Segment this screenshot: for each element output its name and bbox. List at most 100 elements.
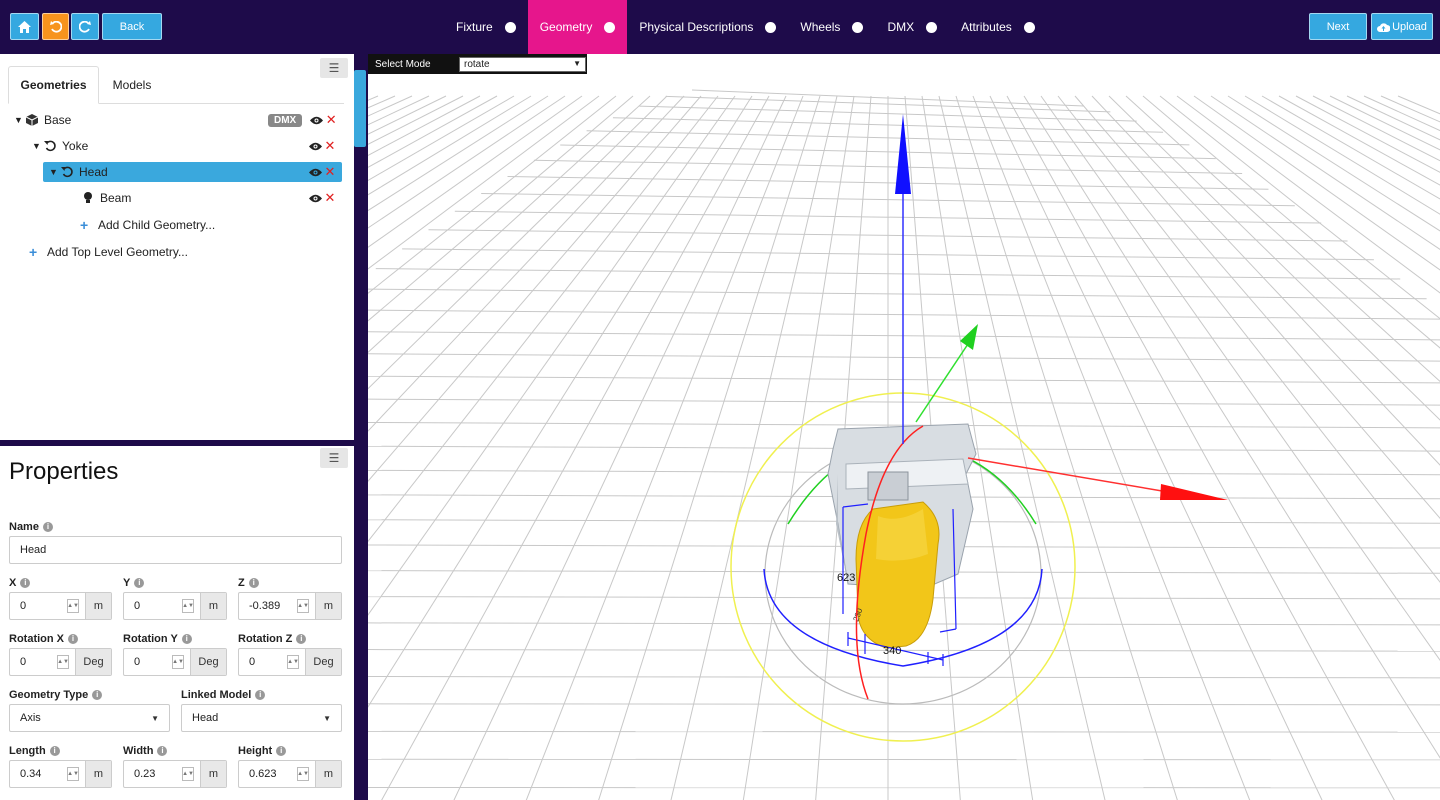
panel-menu-button[interactable]: ☰ xyxy=(320,448,348,468)
spinner-icon[interactable]: ▲▼ xyxy=(57,655,69,669)
tab-physical-descriptions-label: Physical Descriptions xyxy=(639,20,754,34)
redo-button[interactable] xyxy=(71,13,99,40)
tree-item-label: Yoke xyxy=(62,139,89,153)
add-top-level-geometry[interactable]: + Add Top Level Geometry... xyxy=(29,242,188,262)
caret-down-icon: ▼ xyxy=(573,58,581,68)
scene-canvas[interactable]: 623 340 230 xyxy=(368,54,1440,800)
info-icon[interactable]: i xyxy=(42,522,53,532)
tree-item-head[interactable]: ▼ Head xyxy=(49,162,108,182)
properties-title: Properties xyxy=(9,458,119,485)
tree-item-base[interactable]: ▼ Base xyxy=(14,110,71,130)
properties-panel: ☰ Properties Name i Head Xi 0 ▲▼ m Yi 0 ▲▼ m … xyxy=(0,446,354,800)
step-dot-icon xyxy=(1023,21,1035,33)
length-label: Length i xyxy=(9,745,60,757)
panel-resize-handle[interactable] xyxy=(354,70,366,147)
linked-model-select[interactable]: Head ▼ xyxy=(181,704,342,732)
height-field[interactable]: 0.623 ▲▼ m xyxy=(238,760,342,788)
select-mode-dropdown[interactable]: rotate ▼ xyxy=(459,56,586,72)
info-icon[interactable]: i xyxy=(49,746,60,756)
next-button[interactable]: Next xyxy=(1309,13,1367,40)
spinner-icon[interactable]: ▲▼ xyxy=(172,655,184,669)
home-button[interactable] xyxy=(10,13,39,40)
info-icon[interactable]: i xyxy=(92,690,103,700)
tab-geometry[interactable]: Geometry xyxy=(527,0,628,54)
undo-button[interactable] xyxy=(42,13,69,40)
height-value: 0.623 xyxy=(249,768,277,780)
tree-item-yoke[interactable]: ▼ Yoke xyxy=(32,136,88,156)
info-icon[interactable]: i xyxy=(248,578,259,588)
3d-viewport[interactable]: 623 340 230 Select Mode rotate ▼ xyxy=(368,54,1440,800)
row-actions: DMX ✕ xyxy=(268,110,338,130)
unit-label: m xyxy=(200,761,226,787)
rotation-x-field[interactable]: 0 ▲▼ Deg xyxy=(9,648,112,676)
eye-icon[interactable] xyxy=(308,116,324,125)
length-field[interactable]: 0.34 ▲▼ m xyxy=(9,760,112,788)
info-icon[interactable]: i xyxy=(20,578,31,588)
info-icon[interactable]: i xyxy=(296,634,307,644)
geometry-type-select[interactable]: Axis ▼ xyxy=(9,704,170,732)
tab-geometries[interactable]: Geometries xyxy=(8,66,99,104)
info-icon[interactable]: i xyxy=(68,634,78,644)
unit-label: Deg xyxy=(305,649,341,675)
upload-label: Upload xyxy=(1392,20,1427,33)
x-value: 0 xyxy=(20,600,27,612)
back-button[interactable]: Back xyxy=(102,13,162,40)
info-icon[interactable]: i xyxy=(134,578,145,588)
dimension-length-label: 340 xyxy=(883,645,901,657)
width-label: Width i xyxy=(123,745,168,757)
plus-icon: + xyxy=(80,217,89,233)
z-value: -0.389 xyxy=(249,600,281,612)
rotation-z-label: Rotation Zi xyxy=(238,633,307,645)
rotation-z-field[interactable]: 0 ▲▼ Deg xyxy=(238,648,342,676)
spinner-icon[interactable]: ▲▼ xyxy=(182,767,194,781)
rotation-y-label-text: Rotation Y xyxy=(123,633,178,645)
info-icon[interactable]: i xyxy=(276,746,287,756)
tab-fixture[interactable]: Fixture xyxy=(444,0,528,54)
add-child-geometry[interactable]: + Add Child Geometry... xyxy=(80,215,215,235)
caret-down-icon[interactable]: ▼ xyxy=(49,167,59,177)
spinner-icon[interactable]: ▲▼ xyxy=(287,655,299,669)
step-dot-icon xyxy=(852,21,864,33)
eye-icon[interactable] xyxy=(307,142,323,151)
eye-icon[interactable] xyxy=(307,194,323,203)
eye-icon[interactable] xyxy=(307,168,323,177)
upload-button[interactable]: Upload xyxy=(1371,13,1433,40)
unit-label: Deg xyxy=(190,649,226,675)
x-field[interactable]: 0 ▲▼ m xyxy=(9,592,112,620)
info-icon[interactable]: i xyxy=(157,746,168,756)
spinner-icon[interactable]: ▲▼ xyxy=(67,599,79,613)
caret-down-icon[interactable]: ▼ xyxy=(14,115,24,125)
tab-attributes[interactable]: Attributes xyxy=(949,0,1047,54)
tab-dmx[interactable]: DMX xyxy=(875,0,949,54)
spinner-icon[interactable]: ▲▼ xyxy=(182,599,194,613)
spinner-icon[interactable]: ▲▼ xyxy=(297,767,309,781)
rotation-y-field[interactable]: 0 ▲▼ Deg xyxy=(123,648,227,676)
info-icon[interactable]: i xyxy=(181,634,192,644)
dimension-height-label: 623 xyxy=(837,572,855,584)
y-axis-arrow[interactable] xyxy=(960,324,978,350)
z-field[interactable]: -0.389 ▲▼ m xyxy=(238,592,342,620)
spinner-icon[interactable]: ▲▼ xyxy=(67,767,79,781)
info-icon[interactable]: i xyxy=(255,690,266,700)
name-label-text: Name xyxy=(9,521,39,533)
tree-item-beam[interactable]: Beam xyxy=(80,188,131,208)
geometry-type-value: Axis xyxy=(20,712,41,724)
y-field[interactable]: 0 ▲▼ m xyxy=(123,592,227,620)
delete-icon[interactable]: ✕ xyxy=(323,138,337,154)
delete-icon[interactable]: ✕ xyxy=(323,190,337,206)
x-axis-arrow[interactable] xyxy=(1160,484,1228,500)
height-label: Height i xyxy=(238,745,287,757)
tab-wheels[interactable]: Wheels xyxy=(788,0,875,54)
delete-icon[interactable]: ✕ xyxy=(323,164,337,180)
linked-model-label: Linked Model i xyxy=(181,689,266,701)
geometry-type-label-text: Geometry Type xyxy=(9,689,89,701)
tab-models[interactable]: Models xyxy=(99,66,165,104)
delete-icon[interactable]: ✕ xyxy=(324,112,338,128)
unit-label: m xyxy=(200,593,226,619)
spinner-icon[interactable]: ▲▼ xyxy=(297,599,309,613)
dmx-badge[interactable]: DMX xyxy=(268,113,303,127)
width-field[interactable]: 0.23 ▲▼ m xyxy=(123,760,227,788)
tab-physical-descriptions[interactable]: Physical Descriptions xyxy=(627,0,788,54)
name-field[interactable]: Head xyxy=(9,536,342,564)
caret-down-icon[interactable]: ▼ xyxy=(32,141,42,151)
